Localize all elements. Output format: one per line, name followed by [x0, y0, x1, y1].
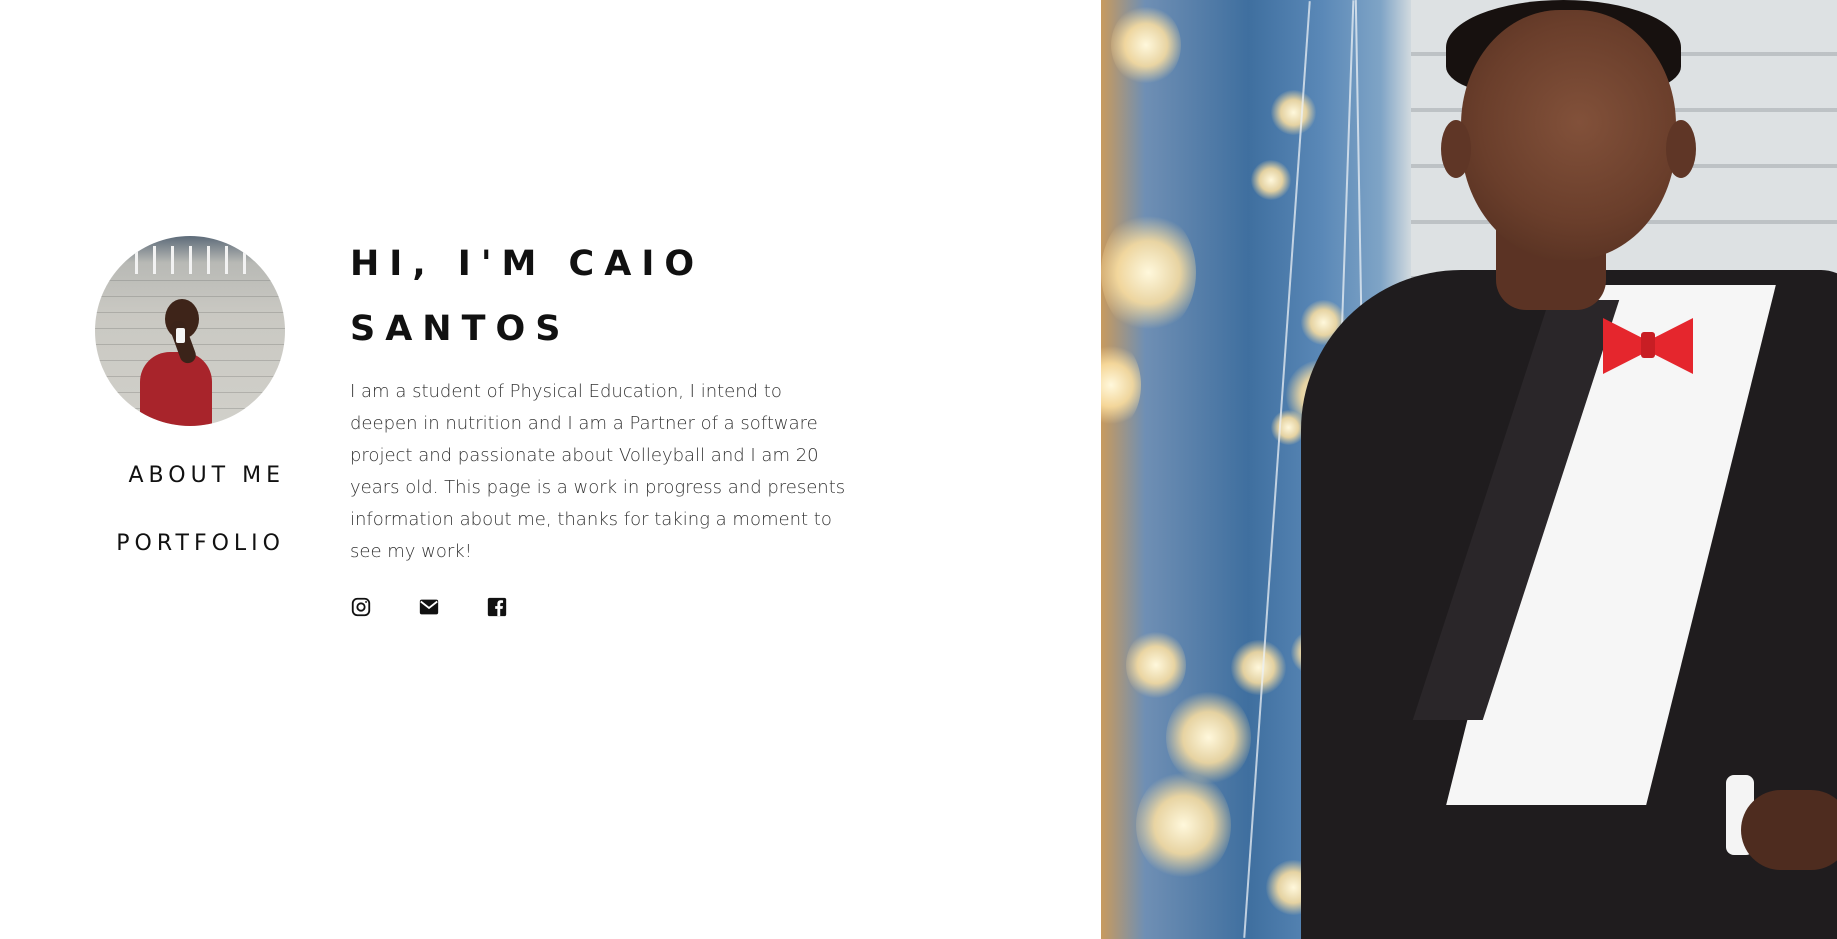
page: ABOUT ME PORTFOLIO HI, I'M CAIO SANTOS I… — [0, 0, 1837, 939]
intro-section: HI, I'M CAIO SANTOS I am a student of Ph… — [350, 232, 860, 618]
nav-portfolio[interactable]: PORTFOLIO — [95, 530, 285, 558]
mail-icon[interactable] — [418, 596, 440, 618]
intro-description: I am a student of Physical Education, I … — [350, 381, 846, 562]
nav-about-me[interactable]: ABOUT ME — [95, 462, 285, 490]
hero-photo — [1101, 0, 1837, 939]
avatar — [95, 236, 285, 426]
main-nav: ABOUT ME PORTFOLIO — [95, 462, 285, 558]
facebook-icon[interactable] — [486, 596, 508, 618]
profile-column: ABOUT ME PORTFOLIO — [95, 236, 285, 598]
page-title: HI, I'M CAIO SANTOS — [350, 244, 705, 349]
instagram-icon[interactable] — [350, 596, 372, 618]
social-links — [350, 596, 860, 618]
